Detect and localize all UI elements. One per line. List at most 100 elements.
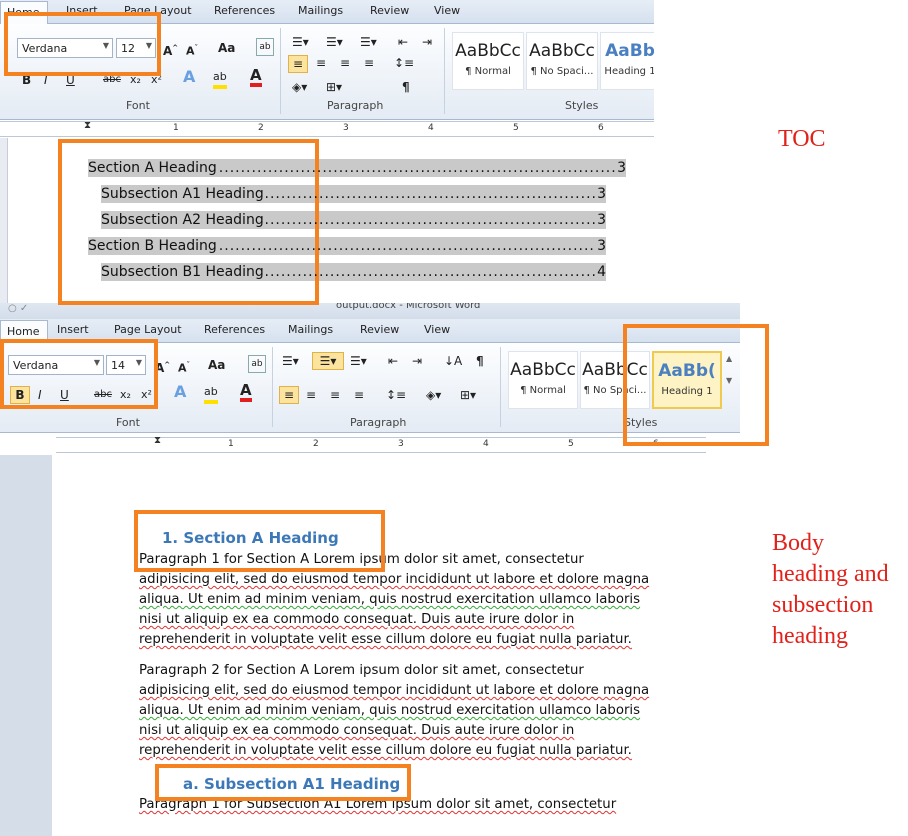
toc-entry-text: Section B Heading — [88, 238, 219, 254]
toc-entry-page: 4 — [595, 263, 606, 281]
font-group-label: Font — [126, 99, 150, 112]
toc-entry-text: Subsection A1 Heading — [101, 186, 266, 202]
title-bar: ○ ✓ output.docx - Microsoft Word — [0, 303, 740, 319]
ruler-number: 6 — [598, 123, 604, 133]
style-name: ¶ No Spaci... — [530, 66, 594, 77]
shrink-font-button[interactable]: Aˇ — [178, 357, 190, 377]
font-color-button[interactable]: A — [240, 382, 252, 402]
highlight-color-button[interactable]: ab — [213, 69, 227, 89]
increase-indent-icon[interactable]: ⇥ — [422, 34, 432, 50]
style-no-spacing[interactable]: AaBbCc ¶ No Spaci... — [526, 32, 598, 90]
annotation-box-heading-1 — [134, 510, 385, 572]
text-effects-button[interactable]: A — [174, 384, 186, 400]
toc-entry-page: 3 — [595, 237, 606, 255]
increase-indent-icon[interactable]: ⇥ — [412, 353, 422, 369]
tab-mailings[interactable]: Mailings — [288, 323, 333, 336]
show-marks-icon[interactable]: ¶ — [476, 353, 484, 369]
bullets-icon[interactable]: ☰▾ — [292, 34, 309, 50]
tab-references[interactable]: References — [204, 323, 265, 336]
font-color-button[interactable]: A — [250, 67, 262, 87]
borders-icon[interactable]: ⊞▾ — [460, 387, 476, 403]
sort-icon[interactable]: ↓A — [444, 353, 462, 369]
style-normal[interactable]: AaBbCc ¶ Normal — [452, 32, 524, 90]
annotation-box-styles — [623, 324, 769, 446]
style-name: ¶ Normal — [520, 385, 566, 396]
quick-access-icon[interactable]: ○ ✓ — [8, 303, 28, 314]
line-spacing-icon[interactable]: ↕≡ — [394, 55, 414, 71]
change-case-button[interactable]: Aa — [208, 357, 225, 373]
tab-review[interactable]: Review — [360, 323, 399, 336]
paragraph-line: aliqua. Ut enim ad minim veniam, quis no… — [139, 703, 641, 718]
line-spacing-icon[interactable]: ↕≡ — [386, 387, 406, 403]
body-annotation-line: heading — [772, 623, 848, 649]
tab-view[interactable]: View — [424, 323, 450, 336]
ruler-number: 2 — [313, 439, 319, 449]
horizontal-ruler[interactable]: 1 2 3 4 5 6 ⧗ — [56, 435, 706, 453]
align-right-icon[interactable]: ≡ — [330, 387, 340, 403]
style-heading-1[interactable]: AaBb Heading 1 — [600, 32, 654, 90]
align-right-icon[interactable]: ≡ — [340, 55, 350, 71]
ruler-number: 3 — [343, 123, 349, 133]
tab-page-layout[interactable]: Page Layout — [114, 323, 182, 336]
toc-entry-text: Subsection B1 Heading — [101, 264, 266, 280]
toc-entry[interactable]: Subsection A2 Heading ..................… — [101, 211, 606, 229]
decrease-indent-icon[interactable]: ⇤ — [388, 353, 398, 369]
indent-marker-icon[interactable]: ⧗ — [154, 435, 161, 446]
group-separator — [444, 28, 445, 114]
toc-entry[interactable]: Subsection A1 Heading ..................… — [101, 185, 606, 203]
toc-entry-text: Subsection A2 Heading — [101, 212, 266, 228]
align-center-icon[interactable]: ≡ — [306, 387, 316, 403]
style-preview: AaBb — [605, 41, 654, 61]
justify-icon[interactable]: ≡ — [364, 55, 374, 71]
annotation-box-font-bottom — [0, 339, 158, 409]
numbering-button[interactable]: ☰▾ — [312, 352, 344, 370]
align-left-button[interactable]: ≡ — [288, 55, 308, 73]
borders-icon[interactable]: ⊞▾ — [326, 79, 342, 95]
style-name: ¶ Normal — [465, 66, 511, 77]
ruler-number: 5 — [513, 123, 519, 133]
shading-icon[interactable]: ◈▾ — [292, 79, 307, 95]
ruler-number: 4 — [428, 123, 434, 133]
tab-view[interactable]: View — [434, 4, 460, 17]
style-normal[interactable]: AaBbCc ¶ Normal — [508, 351, 578, 409]
text-effects-button[interactable]: A — [183, 69, 195, 85]
tab-mailings[interactable]: Mailings — [298, 4, 343, 17]
toc-entry-page: 3 — [595, 211, 606, 229]
numbering-icon[interactable]: ☰▾ — [326, 34, 343, 50]
ruler-number: 2 — [258, 123, 264, 133]
change-case-button[interactable]: Aa — [218, 40, 235, 56]
window-title: output.docx - Microsoft Word — [336, 303, 481, 311]
paragraph-line: reprehenderit in voluptate velit esse ci… — [139, 743, 632, 758]
align-center-icon[interactable]: ≡ — [316, 55, 326, 71]
body-annotation-label: Body heading and subsection heading — [772, 528, 889, 652]
multilevel-list-icon[interactable]: ☰▾ — [360, 34, 377, 50]
tab-review[interactable]: Review — [370, 4, 409, 17]
tab-references[interactable]: References — [214, 4, 275, 17]
toc-entry[interactable]: Section A Heading ......................… — [88, 159, 626, 177]
group-separator — [272, 347, 273, 427]
justify-icon[interactable]: ≡ — [354, 387, 364, 403]
page-gutter — [0, 455, 52, 836]
shrink-font-button[interactable]: Aˇ — [186, 40, 198, 60]
indent-marker-icon[interactable]: ⧗ — [84, 120, 91, 131]
multilevel-list-icon[interactable]: ☰▾ — [350, 353, 367, 369]
bullets-icon[interactable]: ☰▾ — [282, 353, 299, 369]
ruler-number: 4 — [483, 439, 489, 449]
show-marks-icon[interactable]: ¶ — [402, 79, 410, 95]
highlight-color-button[interactable]: ab — [204, 384, 218, 404]
toc-entry[interactable]: Section B Heading ......................… — [88, 237, 606, 255]
clear-format-icon[interactable]: ab — [248, 355, 266, 373]
ruler-number: 3 — [398, 439, 404, 449]
paragraph-line: adipisicing elit, sed do eiusmod tempor … — [139, 572, 650, 587]
decrease-indent-icon[interactable]: ⇤ — [398, 34, 408, 50]
tab-insert[interactable]: Insert — [57, 323, 89, 336]
clear-format-icon[interactable]: ab — [256, 38, 274, 56]
paragraph-line: adipisicing elit, sed do eiusmod tempor … — [139, 683, 650, 698]
paragraph[interactable]: Paragraph 2 for Section A Lorem ipsum do… — [139, 661, 649, 761]
toc-entry[interactable]: Subsection B1 Heading ..................… — [101, 263, 606, 281]
shading-icon[interactable]: ◈▾ — [426, 387, 441, 403]
grow-font-button[interactable]: A^ — [163, 40, 178, 59]
align-left-button[interactable]: ≡ — [279, 386, 299, 404]
paragraph-line: nisi ut aliquip ex ea commodo consequat.… — [139, 723, 575, 738]
horizontal-ruler[interactable]: 1 2 3 4 5 6 ⧗ — [0, 120, 654, 137]
